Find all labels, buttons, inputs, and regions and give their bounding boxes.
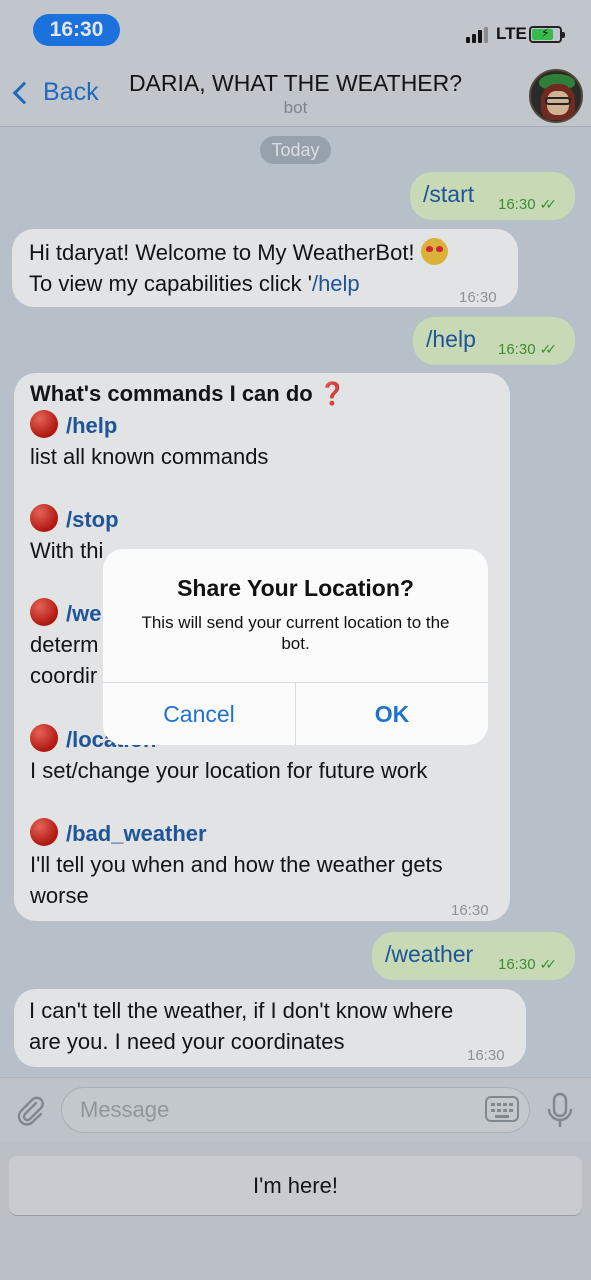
alert-message: This will send your current location to … <box>141 613 450 653</box>
location-alert: Share Your Location? This will send your… <box>103 549 488 745</box>
cancel-button[interactable]: Cancel <box>103 683 295 745</box>
ok-button[interactable]: OK <box>296 683 488 745</box>
alert-title: Share Your Location? <box>177 575 414 601</box>
